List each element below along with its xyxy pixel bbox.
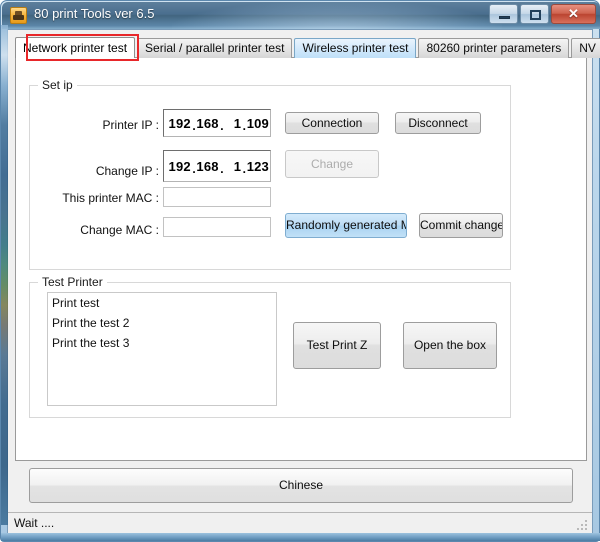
- printer-ip-label: Printer IP :: [102, 118, 159, 132]
- change-button[interactable]: Change: [285, 150, 379, 178]
- tab-network-printer-test[interactable]: Network printer test: [15, 37, 136, 58]
- title-bar-sheen: [172, 2, 502, 29]
- minimize-button[interactable]: [489, 4, 518, 24]
- connection-button[interactable]: Connection: [285, 112, 379, 134]
- ip-separator: .: [192, 119, 196, 133]
- commit-changes-button[interactable]: Commit changes: [419, 213, 503, 238]
- printer-icon: [10, 7, 27, 24]
- tab-80260-printer-parameters[interactable]: 80260 printer parameters: [418, 38, 570, 58]
- close-icon: ✕: [568, 6, 579, 21]
- change-ip-input[interactable]: 192 . 168 . 1 . 123: [163, 150, 271, 182]
- ip-separator: .: [192, 162, 196, 176]
- change-ip-octet-4[interactable]: 123: [247, 159, 270, 174]
- tab-serial-parallel-printer-test[interactable]: Serial / parallel printer test: [137, 38, 293, 58]
- list-item[interactable]: Print the test 3: [48, 333, 276, 353]
- app-root: 80 print Tools ver 6.5 ✕ Network printer…: [0, 0, 600, 542]
- printer-ip-octet-1[interactable]: 192: [169, 116, 192, 131]
- ip-separator: .: [220, 119, 224, 133]
- maximize-icon: [530, 10, 541, 20]
- close-button[interactable]: ✕: [551, 4, 596, 24]
- printer-ip-octet-2[interactable]: 168: [196, 116, 219, 131]
- status-bar: Wait ....: [8, 512, 592, 534]
- this-printer-mac-input[interactable]: [163, 187, 271, 207]
- change-mac-input[interactable]: [163, 217, 271, 237]
- change-ip-octet-3[interactable]: 1: [224, 159, 242, 174]
- randomly-generated-mac-button[interactable]: Randomly generated MAC: [285, 213, 407, 238]
- application-window: 80 print Tools ver 6.5 ✕ Network printer…: [0, 0, 600, 542]
- test-printer-listbox[interactable]: Print test Print the test 2 Print the te…: [47, 292, 277, 406]
- status-message: Wait ....: [14, 516, 55, 530]
- tab-nv-logo[interactable]: NV LOGO: [571, 38, 600, 58]
- printer-ip-octet-3[interactable]: 1: [224, 116, 242, 131]
- change-ip-label: Change IP :: [95, 164, 159, 178]
- open-the-box-button[interactable]: Open the box: [403, 322, 497, 369]
- test-print-z-button[interactable]: Test Print Z: [293, 322, 381, 369]
- title-bar[interactable]: 80 print Tools ver 6.5 ✕: [2, 2, 600, 29]
- change-mac-label: Change MAC :: [80, 223, 159, 237]
- minimize-icon: [499, 16, 510, 19]
- window-controls: ✕: [489, 4, 596, 24]
- window-title: 80 print Tools ver 6.5: [34, 6, 155, 21]
- this-printer-mac-label: This printer MAC :: [62, 191, 159, 205]
- set-ip-group-title: Set ip: [38, 78, 77, 92]
- change-ip-octet-2[interactable]: 168: [196, 159, 219, 174]
- disconnect-button[interactable]: Disconnect: [395, 112, 481, 134]
- change-ip-octet-1[interactable]: 192: [169, 159, 192, 174]
- printer-ip-octet-4[interactable]: 109: [247, 116, 270, 131]
- tab-wireless-printer-test[interactable]: Wireless printer test: [294, 38, 417, 58]
- ip-separator: .: [242, 119, 247, 133]
- printer-ip-input[interactable]: 192 . 168 . 1 . 109: [163, 109, 271, 137]
- tab-strip: Network printer test Serial / parallel p…: [15, 37, 600, 58]
- ip-separator: .: [242, 162, 247, 176]
- maximize-button[interactable]: [520, 4, 549, 24]
- resize-grip[interactable]: [577, 520, 589, 532]
- list-item[interactable]: Print test: [48, 293, 276, 313]
- ip-separator: .: [220, 162, 224, 176]
- test-printer-group-title: Test Printer: [38, 275, 107, 289]
- list-item[interactable]: Print the test 2: [48, 313, 276, 333]
- chinese-language-button[interactable]: Chinese: [29, 468, 573, 503]
